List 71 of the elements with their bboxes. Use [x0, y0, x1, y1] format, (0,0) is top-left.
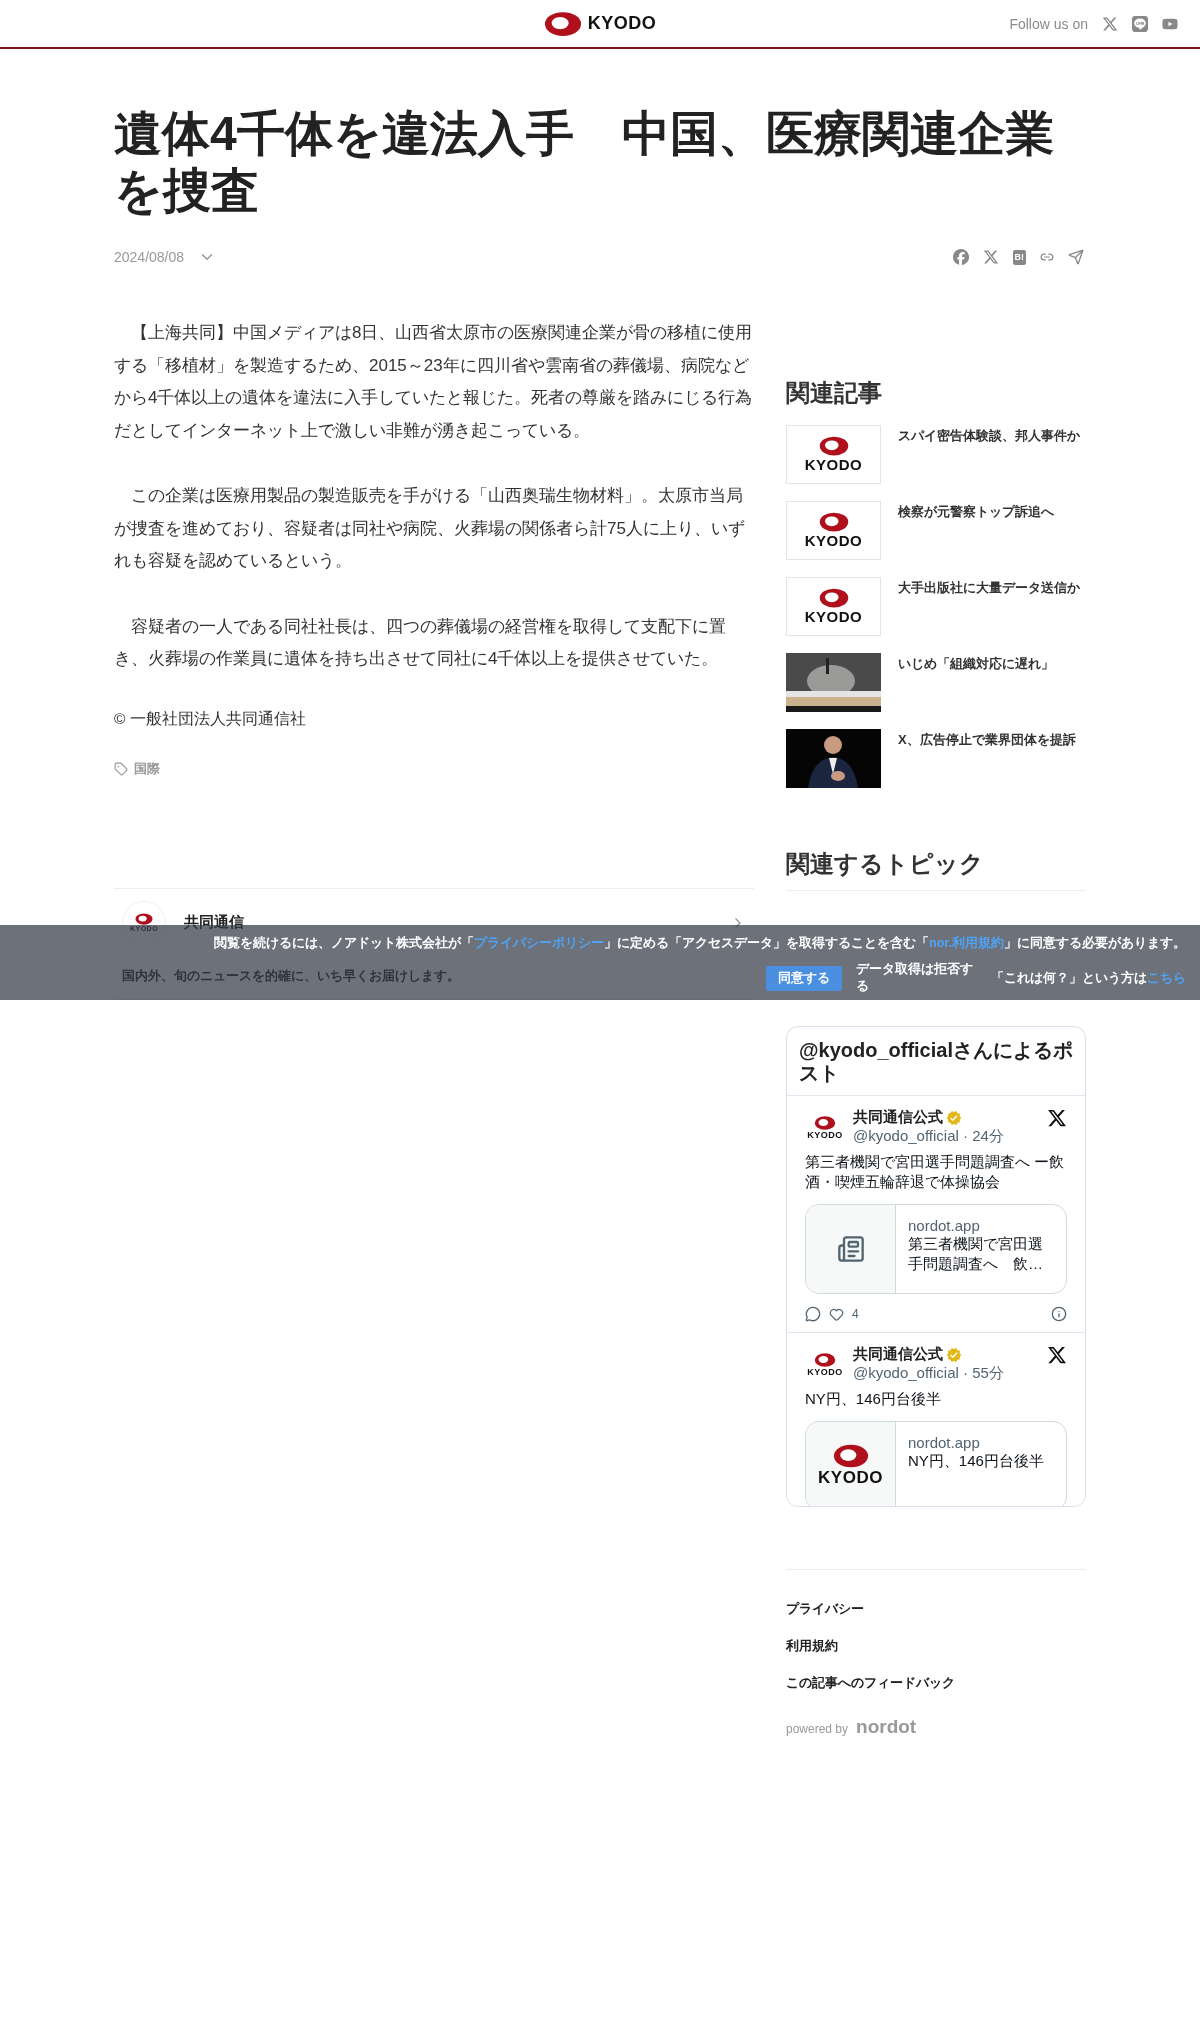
article-paragraph: 【上海共同】中国メディアは8日、山西省太原市の医療関連企業が骨の移植に使用する「移植材」を製造するため、2015～23年に四川省や雲南省の葬儀場、病院などから4千体以上の遺体を違法に入手していたと報じた。死者の尊厳を踏みにじる行為だとしてインターネット上で激しい非難が湧き起こっている。 [114, 322, 754, 442]
logo-thumbnail[interactable]: KYODO [786, 425, 881, 484]
related-article-title[interactable]: スパイ密告体験談、邦人事件か [898, 425, 1080, 484]
logo-text: KYODO [804, 532, 863, 549]
article-paragraph: この企業は医療用製品の製造販売を手がける「山西奥瑞生物材料」。太原市当局が捜査を進めており、容疑者は同社や病院、火葬場の関係者ら計75人に上り、いずれも容疑を認めているという。 [114, 485, 746, 572]
logo-text: KYODO [804, 608, 863, 625]
decline-button[interactable]: データ取得は拒否する [850, 960, 991, 996]
brand-logo-text: nordot [856, 1716, 917, 1738]
link-card[interactable]: KYODO nordot.app NY円、146円台後半 [805, 1421, 1067, 1506]
hatena-share-button[interactable]: B! [1012, 249, 1026, 265]
article-title: 遺体4千体を違法入手 中国、医療関連企業を捜査 [114, 106, 1055, 219]
logo-text: KYODO [807, 1367, 843, 1377]
link-icon[interactable] [1040, 250, 1054, 264]
post-author[interactable]: 共同通信公式 [853, 1345, 943, 1364]
logo-thumbnail[interactable]: KYODO [786, 577, 881, 636]
article-date: 2024/08/08 [114, 249, 185, 265]
facebook-icon[interactable] [952, 249, 969, 265]
logo-icon [814, 1116, 836, 1130]
logo-text: KYODO [804, 456, 863, 473]
logo-icon [814, 1353, 836, 1367]
post-avatar[interactable]: KYODO [805, 1108, 845, 1148]
reply-icon[interactable] [805, 1306, 821, 1322]
logo-icon [818, 588, 849, 608]
card-title: NY円、146円台後半 [908, 1451, 1044, 1471]
footer-link[interactable]: 利用規約 [786, 1637, 1086, 1654]
consent-message: 閲覧を続けるには、ノアドット株式会社が「プライバシーポリシー」に定める「アクセスデータ」を取得することを含む「nor.利用規約」に同意する必要があります。 [214, 935, 1186, 952]
follow-label: Follow us on [1009, 15, 1088, 32]
logo-icon [818, 436, 849, 456]
verified-icon [946, 1346, 962, 1363]
timeline-title: @kyodo_officialさんによるポスト [787, 1027, 1085, 1096]
card-domain: nordot.app [908, 1434, 981, 1451]
logo-thumbnail[interactable]: KYODO [786, 501, 881, 560]
logo-text: KYODO [587, 13, 657, 34]
related-article-title[interactable]: 検察が元警察トップ訴追へ [898, 501, 1054, 560]
footer-link[interactable]: この記事へのフィードバック [786, 1674, 1086, 1691]
help-text: 「これは何？」という方は [991, 969, 1147, 987]
link-card[interactable]: nordot.app 第三者機関で宮田選手問題調査へ 飲… [805, 1204, 1067, 1294]
post-handle: @kyodo_official · 24分 [853, 1127, 1005, 1146]
verified-icon [946, 1109, 962, 1126]
related-article-title[interactable]: いじめ「組織対応に遅れ」 [898, 653, 1054, 712]
logo-icon [818, 512, 849, 532]
info-icon[interactable] [1051, 1306, 1067, 1322]
like-count: 4 [852, 1307, 860, 1321]
post-avatar[interactable]: KYODO [805, 1345, 845, 1385]
section-heading: 関連記事 [786, 378, 883, 408]
tag-icon [114, 761, 128, 776]
post-author[interactable]: 共同通信公式 [853, 1108, 943, 1127]
related-article-title[interactable]: X、広告停止で業界団体を提訴 [898, 729, 1076, 788]
send-icon[interactable] [1068, 249, 1084, 265]
publisher-description: 国内外、旬のニュースを的確に、いち早くお届けします。 [122, 966, 461, 985]
related-article-title[interactable]: 大手出版社に大量データ送信か [898, 577, 1080, 636]
section-heading: 関連するトピック [786, 848, 1086, 891]
card-title: 第三者機関で宮田選手問題調査へ 飲… [908, 1234, 1044, 1274]
card-domain: nordot.app [908, 1217, 981, 1234]
footer-link[interactable]: プライバシー [786, 1600, 1086, 1617]
x-icon[interactable] [1047, 1345, 1067, 1365]
logo-icon [543, 10, 582, 37]
logo-text: KYODO [818, 1468, 883, 1488]
post-handle: @kyodo_official · 55分 [853, 1364, 1005, 1383]
newspaper-icon [836, 1235, 865, 1263]
post-text: NY円、146円台後半 [805, 1389, 942, 1409]
x-icon[interactable] [1047, 1108, 1067, 1128]
logo-icon [832, 1444, 869, 1468]
logo-text: KYODO [807, 1130, 843, 1140]
powered-by-label: powered by [786, 1722, 849, 1736]
line-icon[interactable] [1132, 15, 1148, 32]
article-paragraph: 容疑者の一人である同社社長は、四つの葬儀場の経営権を取得して支配下に置き、火葬場の作業員に遺体を持ち出させて同社に4千体以上を提供させていた。 [114, 615, 727, 670]
heart-icon[interactable] [829, 1306, 844, 1322]
copyright-text: © 一般社団法人共同通信社 [114, 708, 307, 729]
logo-icon [135, 913, 153, 925]
post-text: 第三者機関で宮田選手問題調査へ ー飲酒・喫煙五輪辞退で体操協会 [805, 1152, 1066, 1192]
